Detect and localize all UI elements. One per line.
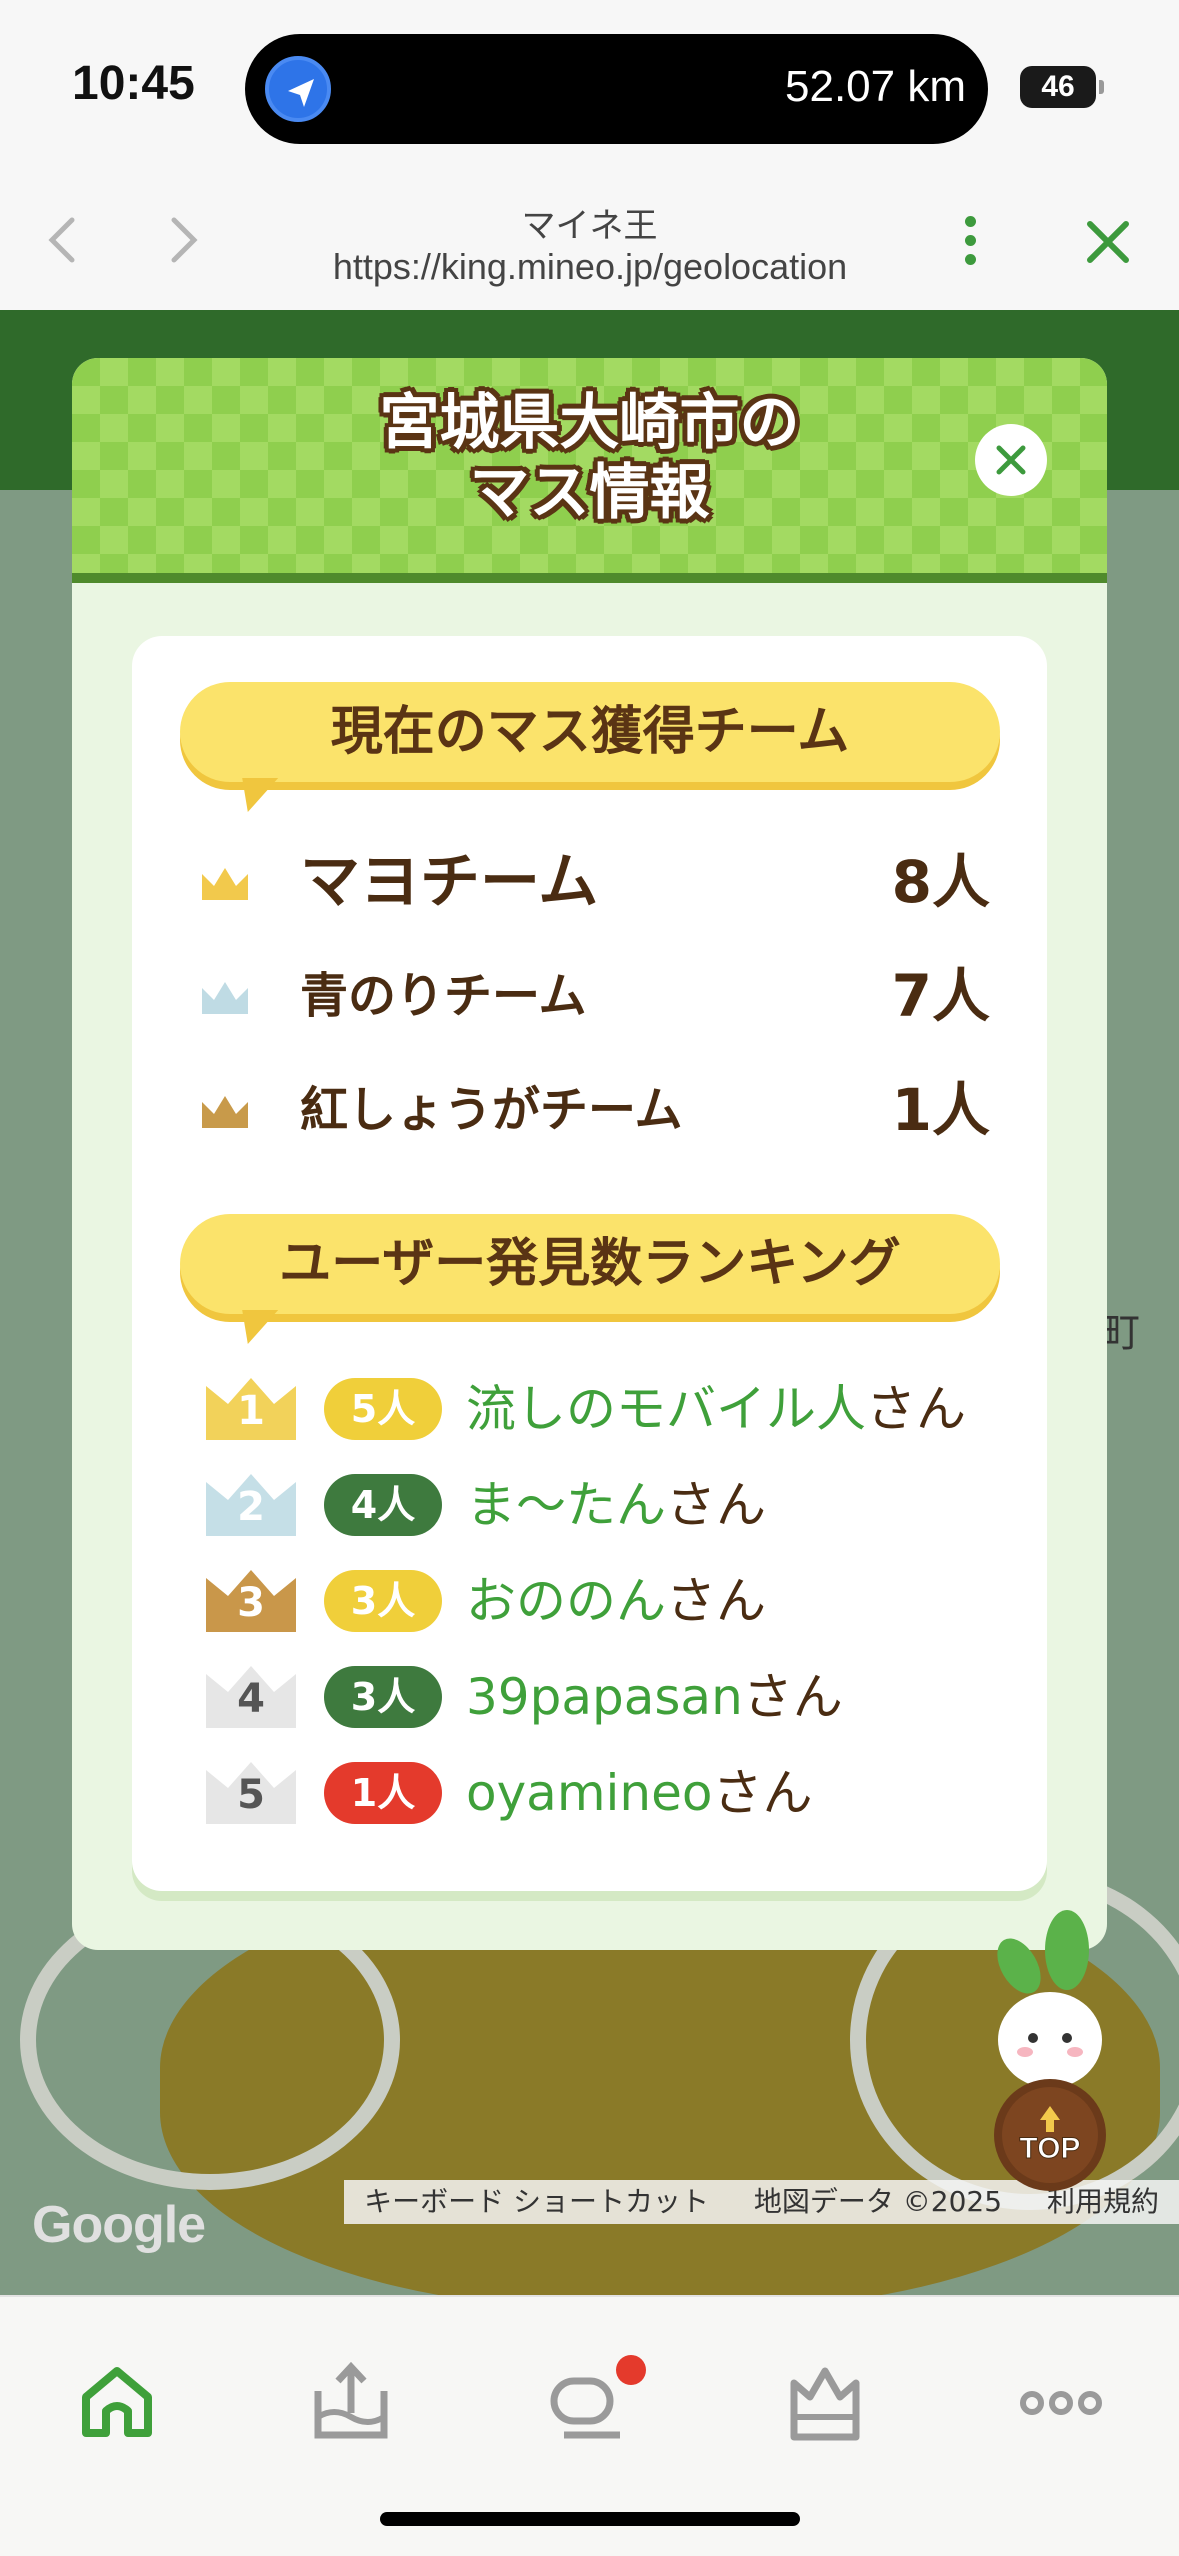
rank-user-name[interactable]: 39papasan [466, 1668, 743, 1726]
rank-user-name[interactable]: oyamineo [466, 1764, 712, 1822]
rank-count-badge: 3人 [324, 1570, 442, 1632]
page-title: マイネ王 [521, 206, 658, 246]
team-name: 紅しょうがチーム [300, 1082, 683, 1138]
tab-home[interactable] [72, 2357, 162, 2447]
rank-user-name[interactable]: おののん [466, 1572, 666, 1630]
tab-more[interactable] [1016, 2357, 1106, 2447]
rank-number: 2 [237, 1484, 265, 1530]
more-icon [1020, 2391, 1102, 2415]
ranking-section-title: ユーザー発見数ランキング [279, 1234, 901, 1294]
team-row-benishouga: 紅しょうがチーム 1人 [200, 1070, 990, 1150]
status-time: 10:45 [72, 57, 195, 110]
top-label: TOP [1019, 2132, 1080, 2165]
rank-user[interactable]: oyamineoさん [466, 1756, 812, 1830]
team-section-title: 現在のマス獲得チーム [330, 702, 850, 762]
ranking-row[interactable]: 4 3人 39papasanさん [204, 1660, 1004, 1734]
modal-header: 宮城県大崎市の マス情報 [72, 358, 1107, 583]
rank-number: 5 [237, 1772, 265, 1818]
rank-user[interactable]: 流しのモバイル人さん [466, 1372, 966, 1446]
team-row-aonori: 青のりチーム 7人 [200, 956, 990, 1036]
rank-count-badge: 5人 [324, 1378, 442, 1440]
rank-number: 4 [237, 1676, 265, 1722]
page-url[interactable]: https://king.mineo.jp/geolocation [300, 246, 880, 288]
rank-user-suffix: さん [666, 1476, 766, 1534]
rank-user-suffix: さん [712, 1764, 813, 1822]
crown-icon [202, 1096, 248, 1128]
rank-user[interactable]: 39papasanさん [466, 1660, 843, 1734]
team-name: マヨチーム [300, 847, 599, 917]
tab-ranking[interactable] [780, 2357, 870, 2447]
rank-user-suffix: さん [666, 1572, 766, 1630]
tab-chat[interactable] [544, 2355, 646, 2447]
team-row-mayo: マヨチーム 8人 [200, 842, 990, 922]
notification-badge [616, 2355, 646, 2385]
home-icon [82, 2367, 152, 2437]
close-browser-icon[interactable] [1080, 214, 1136, 270]
more-options-icon[interactable] [955, 210, 985, 270]
close-icon [996, 445, 1026, 475]
info-card: 現在のマス獲得チーム マヨチーム 8人 青のりチーム 7人 紅しょうがチーム 1… [132, 636, 1047, 1891]
team-count: 1人 [891, 1076, 990, 1144]
status-bar: 10:45 52.07 km 46 [0, 0, 1179, 170]
map-data-label: 地図データ ©2025 [753, 2185, 1003, 2218]
keyboard-shortcuts-link[interactable]: キーボード ショートカット [364, 2185, 709, 2218]
rank-user[interactable]: ま〜たんさん [466, 1468, 766, 1542]
rank-user-name[interactable]: 流しのモバイル人 [466, 1380, 866, 1438]
rank-count-badge: 1人 [324, 1762, 442, 1824]
rank-count-badge: 3人 [324, 1666, 442, 1728]
browser-bar: マイネ王 https://king.mineo.jp/geolocation [0, 170, 1179, 310]
ranking-section-header: ユーザー発見数ランキング [180, 1214, 1000, 1314]
ranking-row[interactable]: 2 4人 ま〜たんさん [204, 1468, 1004, 1542]
dynamic-island[interactable]: 52.07 km [245, 34, 988, 144]
crown-icon [202, 982, 248, 1014]
navigation-icon [265, 56, 331, 122]
rank-user-suffix: さん [866, 1380, 966, 1438]
tab-upload[interactable] [306, 2357, 396, 2447]
team-count: 8人 [891, 848, 990, 916]
team-crown-shape [202, 868, 248, 900]
rank-number: 1 [237, 1388, 265, 1434]
home-indicator [380, 2512, 800, 2526]
scroll-top-mascot-button[interactable]: TOP [985, 1910, 1115, 2200]
rabbit-mascot-icon: TOP [994, 1910, 1106, 2191]
square-info-modal: 宮城県大崎市の マス情報 現在のマス獲得チーム マヨチーム 8人 青のりチーム … [72, 358, 1107, 1950]
rank-user-name[interactable]: ま〜たん [466, 1476, 666, 1534]
team-section-header: 現在のマス獲得チーム [180, 682, 1000, 782]
google-logo: Google [32, 2196, 206, 2254]
crown-icon [790, 2367, 860, 2441]
modal-close-button[interactable] [975, 424, 1047, 496]
modal-title-line1: 宮城県大崎市の [379, 388, 800, 458]
modal-title-line2: マス情報 [469, 458, 710, 528]
rank-number: 3 [237, 1580, 265, 1626]
ranking-row[interactable]: 1 5人 流しのモバイル人さん [204, 1372, 1004, 1446]
ranking-row[interactable]: 3 3人 おののんさん [204, 1564, 1004, 1638]
ranking-row[interactable]: 5 1人 oyamineoさん [204, 1756, 1004, 1830]
navigation-distance: 52.07 km [785, 62, 966, 111]
crown-icon [202, 868, 248, 900]
upload-tray-icon [314, 2361, 388, 2439]
rank-count-badge: 4人 [324, 1474, 442, 1536]
rank-user[interactable]: おののんさん [466, 1564, 766, 1638]
modal-title: 宮城県大崎市の マス情報 [72, 388, 1107, 528]
team-count: 7人 [891, 962, 990, 1030]
rank-user-suffix: さん [742, 1668, 843, 1726]
team-name: 青のりチーム [300, 968, 587, 1024]
battery-indicator: 46 [1020, 66, 1104, 108]
